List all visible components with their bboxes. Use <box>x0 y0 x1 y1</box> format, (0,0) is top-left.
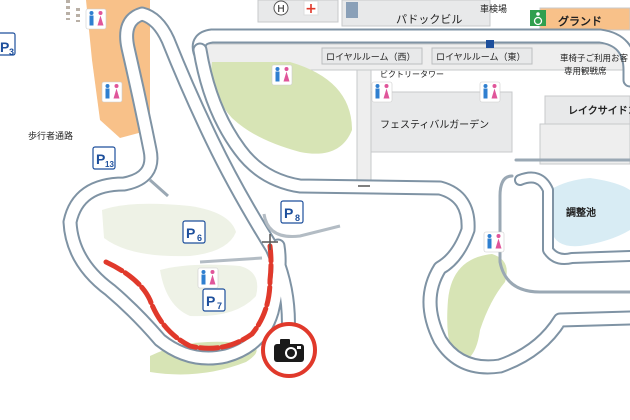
svg-text:8: 8 <box>295 213 300 223</box>
walkway-label: 歩行者通路 <box>28 130 73 142</box>
hospital-icon: H <box>273 0 289 16</box>
inspection-label: 車検場 <box>480 3 507 15</box>
pond-label: 調整池 <box>566 206 596 219</box>
parking-6-icon: P 6 <box>182 220 206 244</box>
first-aid-icon: + <box>303 0 319 17</box>
parking-7-icon: P 7 <box>202 288 226 312</box>
wheelchair-seat-label-2: 専用観戦席 <box>564 66 607 77</box>
royal-room-east-label: ロイヤルルーム（東） <box>436 51 525 63</box>
royal-room-west-label: ロイヤルルーム（西） <box>326 52 415 63</box>
festival-garden-label: フェスティバルガーデン <box>380 118 489 131</box>
svg-text:6: 6 <box>197 233 202 243</box>
svg-text:P: P <box>96 151 105 167</box>
toilet-icon <box>85 8 107 30</box>
accessible-icon <box>486 40 494 48</box>
svg-text:13: 13 <box>105 160 114 169</box>
wheelchair-seat-label-1: 車椅子ご利用お客 <box>560 53 629 64</box>
svg-text:3: 3 <box>9 47 14 57</box>
grass-right <box>447 254 507 362</box>
lakeside-label: レイクサイドコ <box>568 105 630 117</box>
camera-icon[interactable] <box>261 322 317 378</box>
svg-text:P: P <box>0 39 9 55</box>
toilet-icon <box>479 81 501 103</box>
parking-13-icon: P 13 <box>92 146 116 170</box>
map-canvas: H + パドックビル 車検場 グランド 車椅子ご利用お客 専用観戦席 ロイヤルル… <box>0 0 630 378</box>
toilet-icon <box>197 267 219 289</box>
wheelchair-icon <box>530 10 546 26</box>
parking-3-icon: P 3 <box>0 32 16 57</box>
parking-8-icon: P 8 <box>280 200 304 224</box>
victory-tower-label: ビクトリータワー <box>380 70 444 79</box>
building-icon <box>346 2 358 18</box>
toilet-icon <box>101 81 123 103</box>
toilet-icon <box>371 81 393 103</box>
svg-text:P: P <box>284 205 293 221</box>
toilet-icon <box>483 231 505 253</box>
paddock-building-label: パドックビル <box>396 13 462 26</box>
grand-label: グランド <box>558 14 602 28</box>
svg-text:P: P <box>206 293 215 309</box>
svg-text:+: + <box>305 1 317 17</box>
toilet-icon <box>271 64 293 86</box>
svg-text:H: H <box>277 4 285 15</box>
top-building-left <box>257 0 339 23</box>
svg-text:7: 7 <box>217 301 222 311</box>
svg-text:P: P <box>186 225 195 241</box>
circuit-map: H + パドックビル 車検場 グランド 車椅子ご利用お客 専用観戦席 ロイヤルル… <box>0 0 630 420</box>
